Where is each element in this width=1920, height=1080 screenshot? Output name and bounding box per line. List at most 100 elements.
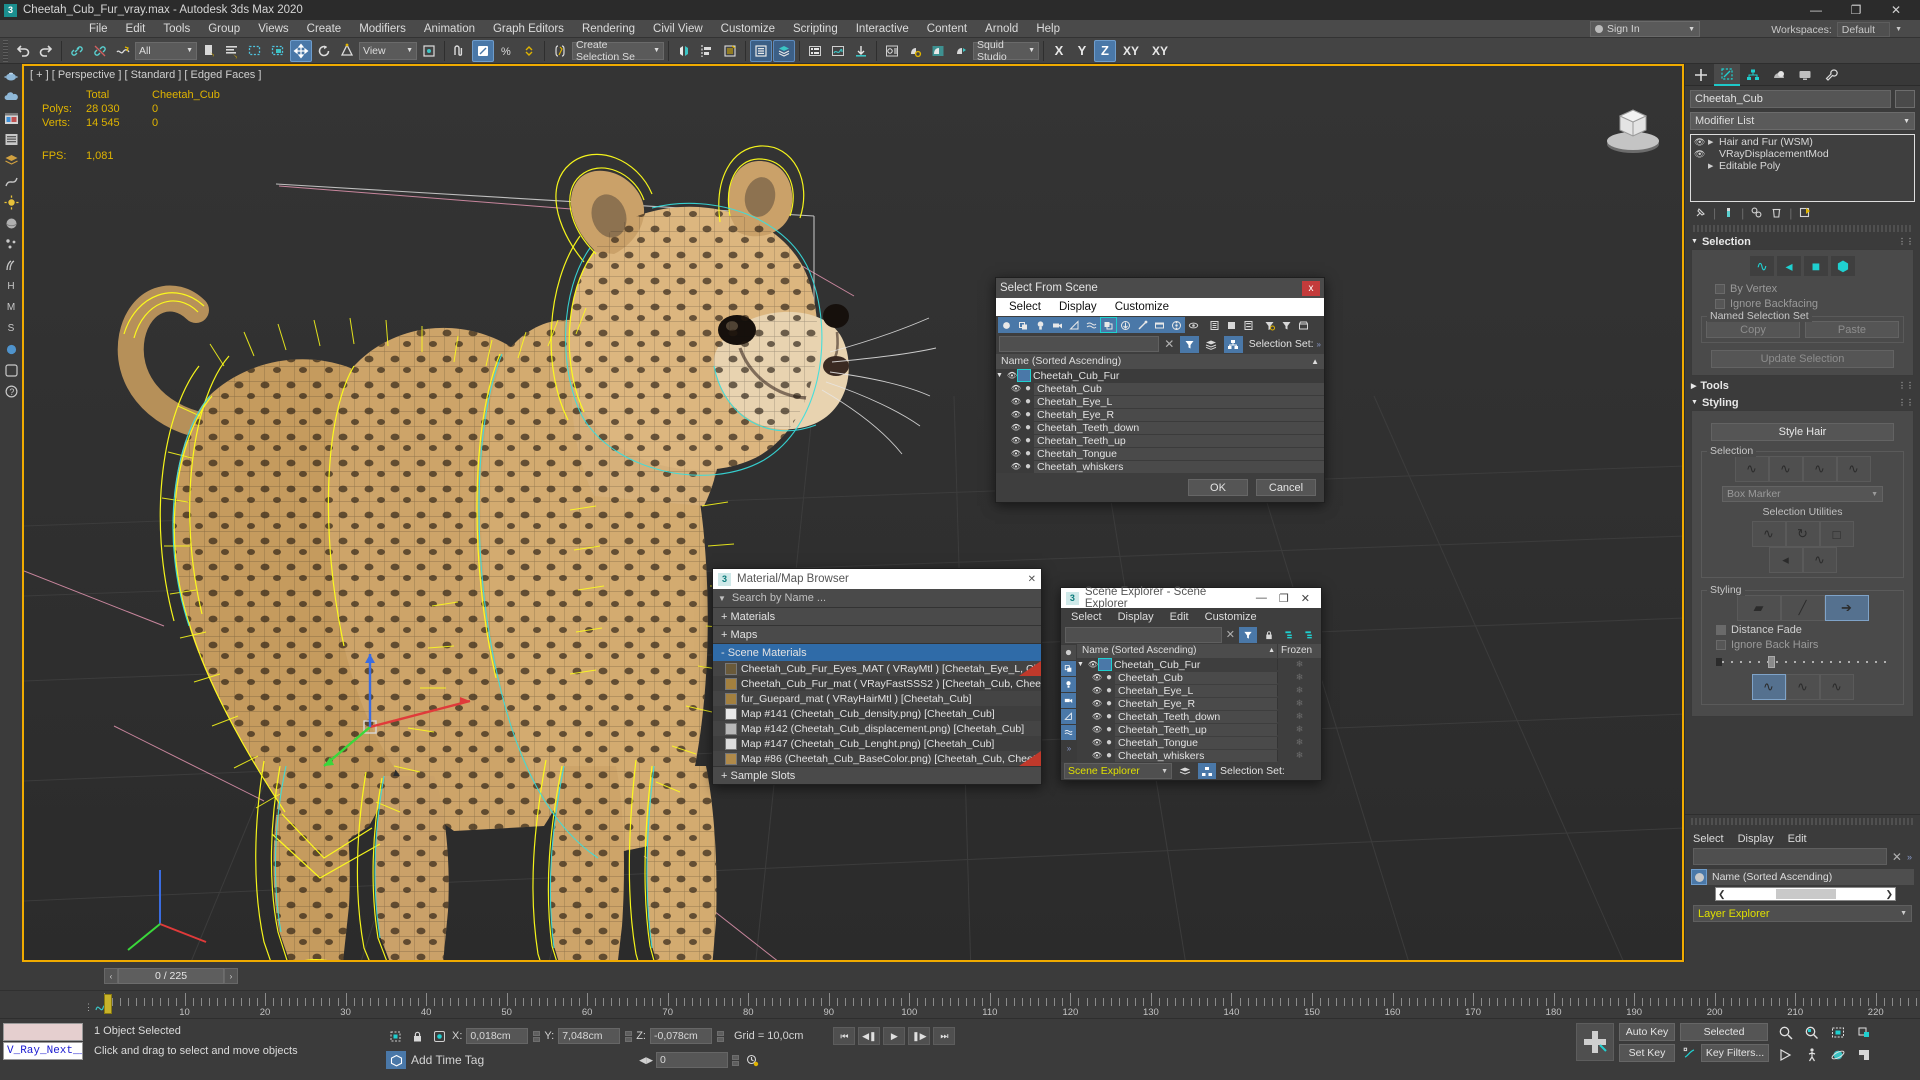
ok-button[interactable]: OK bbox=[1188, 479, 1248, 496]
named-selection-sets-icon[interactable] bbox=[549, 40, 571, 62]
cancel-button[interactable]: Cancel bbox=[1256, 479, 1316, 496]
hair-icon[interactable] bbox=[1, 255, 21, 275]
angle-snap-toggle-icon[interactable] bbox=[472, 39, 494, 62]
more-options-icon[interactable]: » bbox=[1317, 340, 1321, 349]
key-filter-curve-icon[interactable] bbox=[1680, 1045, 1698, 1061]
eye-icon[interactable]: 👁 bbox=[1091, 712, 1103, 721]
filter-shapes-icon[interactable] bbox=[1015, 317, 1032, 333]
brush-puff-icon[interactable]: ∿ bbox=[1819, 674, 1854, 700]
delete-modifier-icon[interactable] bbox=[1769, 205, 1784, 220]
frozen-cell-icon[interactable]: ❄ bbox=[1277, 698, 1321, 709]
scene-explorer-combo[interactable]: Scene Explorer ▼ bbox=[1064, 763, 1172, 779]
create-tab-icon[interactable] bbox=[1688, 64, 1714, 86]
more-filters-icon[interactable]: » bbox=[1061, 744, 1077, 753]
filter-lights-icon[interactable] bbox=[1032, 317, 1049, 333]
filter-container-icon[interactable] bbox=[1295, 317, 1312, 333]
eye-icon[interactable]: 👁 bbox=[1010, 384, 1022, 393]
brush-stand-icon[interactable]: ∿ bbox=[1785, 674, 1820, 700]
layer-explorer-combo[interactable]: Layer Explorer ▼ bbox=[1693, 905, 1912, 922]
material-list-item[interactable]: Map #141 (Cheetah_Cub_density.png) [Chee… bbox=[713, 706, 1041, 721]
select-object-icon[interactable] bbox=[198, 40, 220, 62]
eye-icon[interactable]: 👁 bbox=[1010, 449, 1022, 458]
modifier-stack-item[interactable]: 👁 VRayDisplacementMod bbox=[1692, 148, 1913, 160]
y-field[interactable]: 7,048cm bbox=[558, 1028, 621, 1044]
tree-row[interactable]: 👁 ● Cheetah_Cub bbox=[996, 382, 1324, 395]
filter-cameras-icon[interactable] bbox=[1049, 317, 1066, 333]
constrain-x-button[interactable]: X bbox=[1048, 40, 1070, 62]
frozen-cell-icon[interactable]: ❄ bbox=[1277, 672, 1321, 683]
se-menu-display[interactable]: Display bbox=[1118, 611, 1154, 623]
display-children-icon[interactable] bbox=[1206, 317, 1223, 333]
undo-icon[interactable] bbox=[12, 40, 34, 62]
z-spinner[interactable] bbox=[716, 1030, 724, 1042]
hierarchy-tab-icon[interactable] bbox=[1740, 64, 1766, 86]
scene-explorer-header-row[interactable]: Name (Sorted Ascending) ▲ Frozen bbox=[1077, 644, 1321, 658]
window-crossing-toggle-icon[interactable] bbox=[267, 40, 289, 62]
modify-tab-icon[interactable] bbox=[1714, 64, 1740, 86]
play-animation-button[interactable]: ▶ bbox=[883, 1027, 906, 1045]
zoom-extents-icon[interactable] bbox=[1826, 1023, 1850, 1043]
minimize-button[interactable]: — bbox=[1256, 592, 1267, 605]
filter-geometry-icon[interactable] bbox=[1061, 645, 1076, 660]
menu-item-modifiers[interactable]: Modifiers bbox=[350, 20, 415, 38]
eye-icon[interactable]: 👁 bbox=[1091, 699, 1103, 708]
frozen-cell-icon[interactable]: ❄ bbox=[1277, 724, 1321, 735]
next-frame-button[interactable]: ❚▶ bbox=[908, 1027, 931, 1045]
by-vertex-checkbox[interactable]: By Vertex bbox=[1715, 283, 1908, 295]
menu-item-views[interactable]: Views bbox=[249, 20, 297, 38]
modifier-stack[interactable]: 👁 ▶ Hair and Fur (WSM) 👁 VRayDisplacemen… bbox=[1690, 134, 1915, 202]
layer-explorer-name-column[interactable]: Name (Sorted Ascending) bbox=[1707, 869, 1914, 885]
time-slider[interactable]: ‹ 0 / 225 › bbox=[0, 962, 1684, 990]
help-icon[interactable]: ? bbox=[1, 381, 21, 401]
styling-rollup-header[interactable]: ▼ Styling ⋮⋮ bbox=[1691, 395, 1914, 410]
set-key-big-button[interactable] bbox=[1576, 1023, 1614, 1061]
se-menu-select[interactable]: Select bbox=[1071, 611, 1102, 623]
x-field[interactable]: 0,018cm bbox=[466, 1028, 529, 1044]
render-setup-icon[interactable] bbox=[904, 40, 926, 62]
eye-icon[interactable]: 👁 bbox=[1010, 397, 1022, 406]
key-filters-button[interactable]: Key Filters... bbox=[1701, 1044, 1769, 1062]
percent-snap-toggle-icon[interactable]: % bbox=[495, 40, 517, 62]
auto-key-button[interactable]: Auto Key bbox=[1619, 1023, 1675, 1041]
sign-in-button[interactable]: Sign In ▼ bbox=[1590, 21, 1700, 37]
sfs-menu-display[interactable]: Display bbox=[1059, 301, 1097, 313]
clear-search-icon[interactable]: ✕ bbox=[1892, 850, 1902, 864]
sfs-menu-customize[interactable]: Customize bbox=[1115, 301, 1169, 313]
modifier-stack-item[interactable]: 👁 ▶ Hair and Fur (WSM) bbox=[1692, 136, 1913, 148]
zoom-all-icon[interactable] bbox=[1800, 1023, 1824, 1043]
ignore-backfacing-checkbox[interactable]: Ignore Backfacing bbox=[1715, 298, 1908, 310]
filter-helpers-icon[interactable] bbox=[1061, 709, 1076, 724]
layers-toggle-icon[interactable] bbox=[1202, 336, 1221, 353]
guides-level-icon[interactable]: ∿ bbox=[1749, 255, 1775, 277]
brush-translate-icon[interactable]: ∿ bbox=[1751, 674, 1786, 700]
layer-explorer-menu-edit[interactable]: Edit bbox=[1788, 833, 1807, 845]
toggle-scene-explorer-icon[interactable] bbox=[719, 40, 741, 62]
hair-select-icon[interactable]: ➔ bbox=[1824, 595, 1869, 621]
material-map-browser-dialog[interactable]: 3 Material/Map Browser ✕ ▼ Search by Nam… bbox=[712, 568, 1042, 785]
eye-icon[interactable]: 👁 bbox=[1091, 673, 1103, 682]
scroll-left-icon[interactable]: ❮ bbox=[1718, 889, 1726, 900]
tree-row[interactable]: 👁 ● Cheetah_Teeth_down bbox=[996, 421, 1324, 434]
select-from-scene-search-input[interactable] bbox=[999, 336, 1159, 352]
material-list-item[interactable]: Map #142 (Cheetah_Cub_displacement.png) … bbox=[713, 721, 1041, 736]
frozen-cell-icon[interactable]: ❄ bbox=[1277, 659, 1321, 670]
material-list-item[interactable]: Cheetah_Cub_Fur_Eyes_MAT ( VRayMtl ) [Ch… bbox=[713, 661, 1041, 676]
maps-section-header[interactable]: + Maps bbox=[713, 625, 1041, 643]
layer-explorer-menu-display[interactable]: Display bbox=[1738, 833, 1774, 845]
named-selection-set-combo[interactable]: Create Selection Se ▼ bbox=[572, 39, 664, 63]
select-by-name-icon[interactable] bbox=[221, 40, 243, 62]
helper-s-icon[interactable]: S bbox=[1, 318, 21, 338]
modifier-list-combo[interactable]: Modifier List ▼ bbox=[1690, 112, 1915, 130]
menu-item-help[interactable]: Help bbox=[1027, 20, 1069, 38]
menu-item-animation[interactable]: Animation bbox=[415, 20, 484, 38]
curve-editor-icon[interactable] bbox=[804, 40, 826, 62]
layers-icon[interactable] bbox=[1, 150, 21, 170]
tree-row[interactable]: 👁 ● Cheetah_Cub ❄ bbox=[1077, 671, 1321, 684]
display-column-icon[interactable] bbox=[1240, 317, 1257, 333]
modifier-stack-item[interactable]: ▶ Editable Poly bbox=[1692, 160, 1913, 172]
ignore-back-hairs-checkbox[interactable]: Ignore Back Hairs bbox=[1716, 639, 1899, 651]
time-configuration-icon[interactable] bbox=[742, 1052, 762, 1068]
scene-materials-list[interactable]: Cheetah_Cub_Fur_Eyes_MAT ( VRayMtl ) [Ch… bbox=[713, 661, 1041, 766]
utilities-tab-icon[interactable] bbox=[1818, 64, 1844, 86]
object-filter-icon[interactable] bbox=[1691, 869, 1707, 885]
